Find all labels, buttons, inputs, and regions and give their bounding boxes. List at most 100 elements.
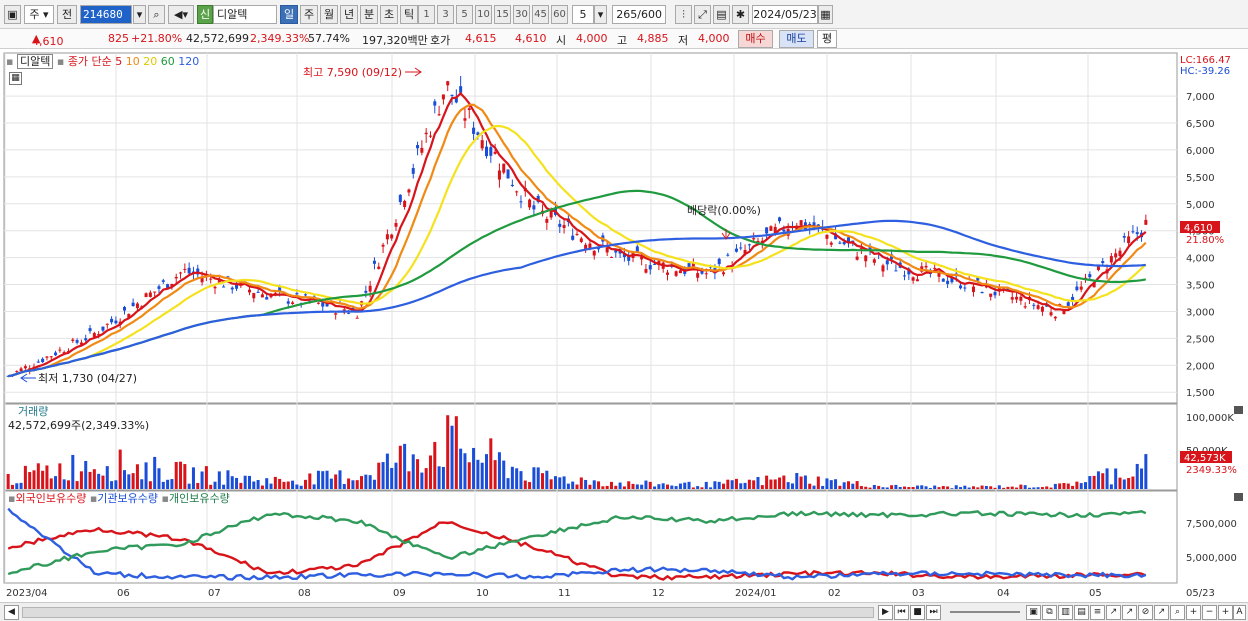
scroll-track[interactable] [22,607,874,618]
volume-bar [299,485,303,489]
interval-5[interactable]: 5 [456,5,473,24]
zoom-in-icon[interactable]: + [1186,605,1201,620]
volume-bar [364,474,368,489]
compare-icon[interactable]: ≡ [1090,605,1105,620]
interval-3[interactable]: 3 [437,5,454,24]
y-tick-label: 3,500 [1186,281,1215,292]
period-second[interactable]: 초 [380,5,398,24]
ma-10: 10 [125,55,140,68]
volume-bar [773,479,777,489]
period-year[interactable]: 년 [340,5,358,24]
x-tick-label: 05/23 [1186,588,1215,599]
chart-type-icon[interactable]: ▤ [1074,605,1089,620]
interval-45[interactable]: 45 [532,5,549,24]
candle-body [924,265,928,268]
candle-body [157,286,161,289]
chart-area[interactable]: 7,0006,5006,0005,5005,0004,5004,0003,500… [0,51,1248,604]
volume-bar [769,479,773,489]
period-month[interactable]: 월 [320,5,338,24]
plus-icon[interactable]: + [1218,605,1233,620]
interval-60[interactable]: 60 [551,5,568,24]
tool3-icon[interactable]: ⊘ [1138,605,1153,620]
candle-body [260,294,264,298]
draw-tool-icon[interactable]: ⤢ [694,5,711,24]
candle-body [653,263,657,265]
candle-body [303,294,308,296]
candle-body [778,217,782,222]
stock-name-field[interactable]: 디알텍 [213,5,277,24]
period-tick[interactable]: 틱 [400,5,418,24]
scroll-left-icon[interactable]: ◀ [4,605,19,620]
candle-body [933,267,937,269]
volume-bar [541,473,545,489]
x-tick-label: 2023/04 [6,588,48,599]
candle-body [765,227,769,234]
tool2-icon[interactable]: ↗ [1122,605,1137,620]
volume-close-icon[interactable] [1234,406,1243,414]
zoom-out-icon[interactable]: − [1202,605,1217,620]
interval-dropdown-icon[interactable]: ▾ [594,5,607,24]
volume-bar [562,476,566,489]
candle-body [467,108,471,111]
volume-bar [1088,476,1092,489]
first-icon[interactable]: ⏮ [894,605,909,620]
volume-bar [446,415,450,489]
stock-code-input[interactable]: 214680 [80,5,132,24]
gear-icon[interactable]: ✱ [732,5,749,24]
volume-bar [640,484,644,489]
grid-icon[interactable]: ▦ [9,72,22,85]
volume-pct: 2,349.33% [250,32,310,45]
y-tick-label: 7,000 [1186,92,1215,103]
candle-body [441,94,445,100]
window-split-icon[interactable]: ▥ [1058,605,1073,620]
stop-icon[interactable]: ■ [910,605,925,620]
zoom-slider[interactable] [950,611,1020,613]
volume-bar [15,483,19,489]
copy-icon[interactable]: ⧉ [1042,605,1057,620]
font-icon[interactable]: A [1233,605,1246,620]
scroll-right-icon[interactable]: ▶ [878,605,893,620]
speaker-icon[interactable]: ◀▾ [168,5,194,24]
type-toggle[interactable]: 전 [57,5,77,24]
menu-dropdown[interactable]: 주 ▾ [24,5,54,24]
search-icon[interactable]: ⌕ [148,5,165,24]
save-icon[interactable]: ▤ [713,5,730,24]
date-field[interactable]: 2024/05/23 [752,5,818,24]
candle-body [989,293,993,297]
sell-button[interactable]: 매도 [779,30,814,48]
interval-10[interactable]: 10 [475,5,492,24]
holdings-close-icon[interactable] [1234,493,1243,501]
interval-input[interactable]: 5 [572,5,594,24]
candle-body [49,356,53,358]
calendar-icon[interactable]: ▦ [818,5,833,24]
layout-icon[interactable]: ▣ [1026,605,1041,620]
period-minute[interactable]: 분 [360,5,378,24]
tool1-icon[interactable]: ↗ [1106,605,1121,620]
tool4-icon[interactable]: ↗ [1154,605,1169,620]
volume-bar [368,475,372,489]
interval-1[interactable]: 1 [418,5,435,24]
candle-icon[interactable]: ⫶ [675,5,692,24]
candle-body [84,338,88,341]
volume-bar [713,481,717,489]
window-icon[interactable]: ▣ [4,5,21,24]
evaluate-button[interactable]: 평 [817,30,837,48]
volume-bar [394,462,398,489]
chart-canvas[interactable]: 7,0006,5006,0005,5005,0004,5004,0003,500… [0,51,1248,604]
period-week[interactable]: 주 [300,5,318,24]
period-day[interactable]: 일 [280,5,298,24]
volume-bar [601,486,605,489]
tool5-icon[interactable]: ⌕ [1170,605,1185,620]
buy-button[interactable]: 매수 [738,30,773,48]
interval-15[interactable]: 15 [494,5,511,24]
code-dropdown-icon[interactable]: ▾ [133,5,146,24]
volume-bar [851,483,855,489]
interval-30[interactable]: 30 [513,5,530,24]
count-field[interactable]: 265/600 [612,5,666,24]
stock-badge: 신 [197,5,213,24]
volume-bar [441,466,445,489]
candle-body [605,247,609,253]
last-icon[interactable]: ⏭ [926,605,941,620]
candle-body [739,247,743,249]
x-tick-label: 06 [117,588,130,599]
